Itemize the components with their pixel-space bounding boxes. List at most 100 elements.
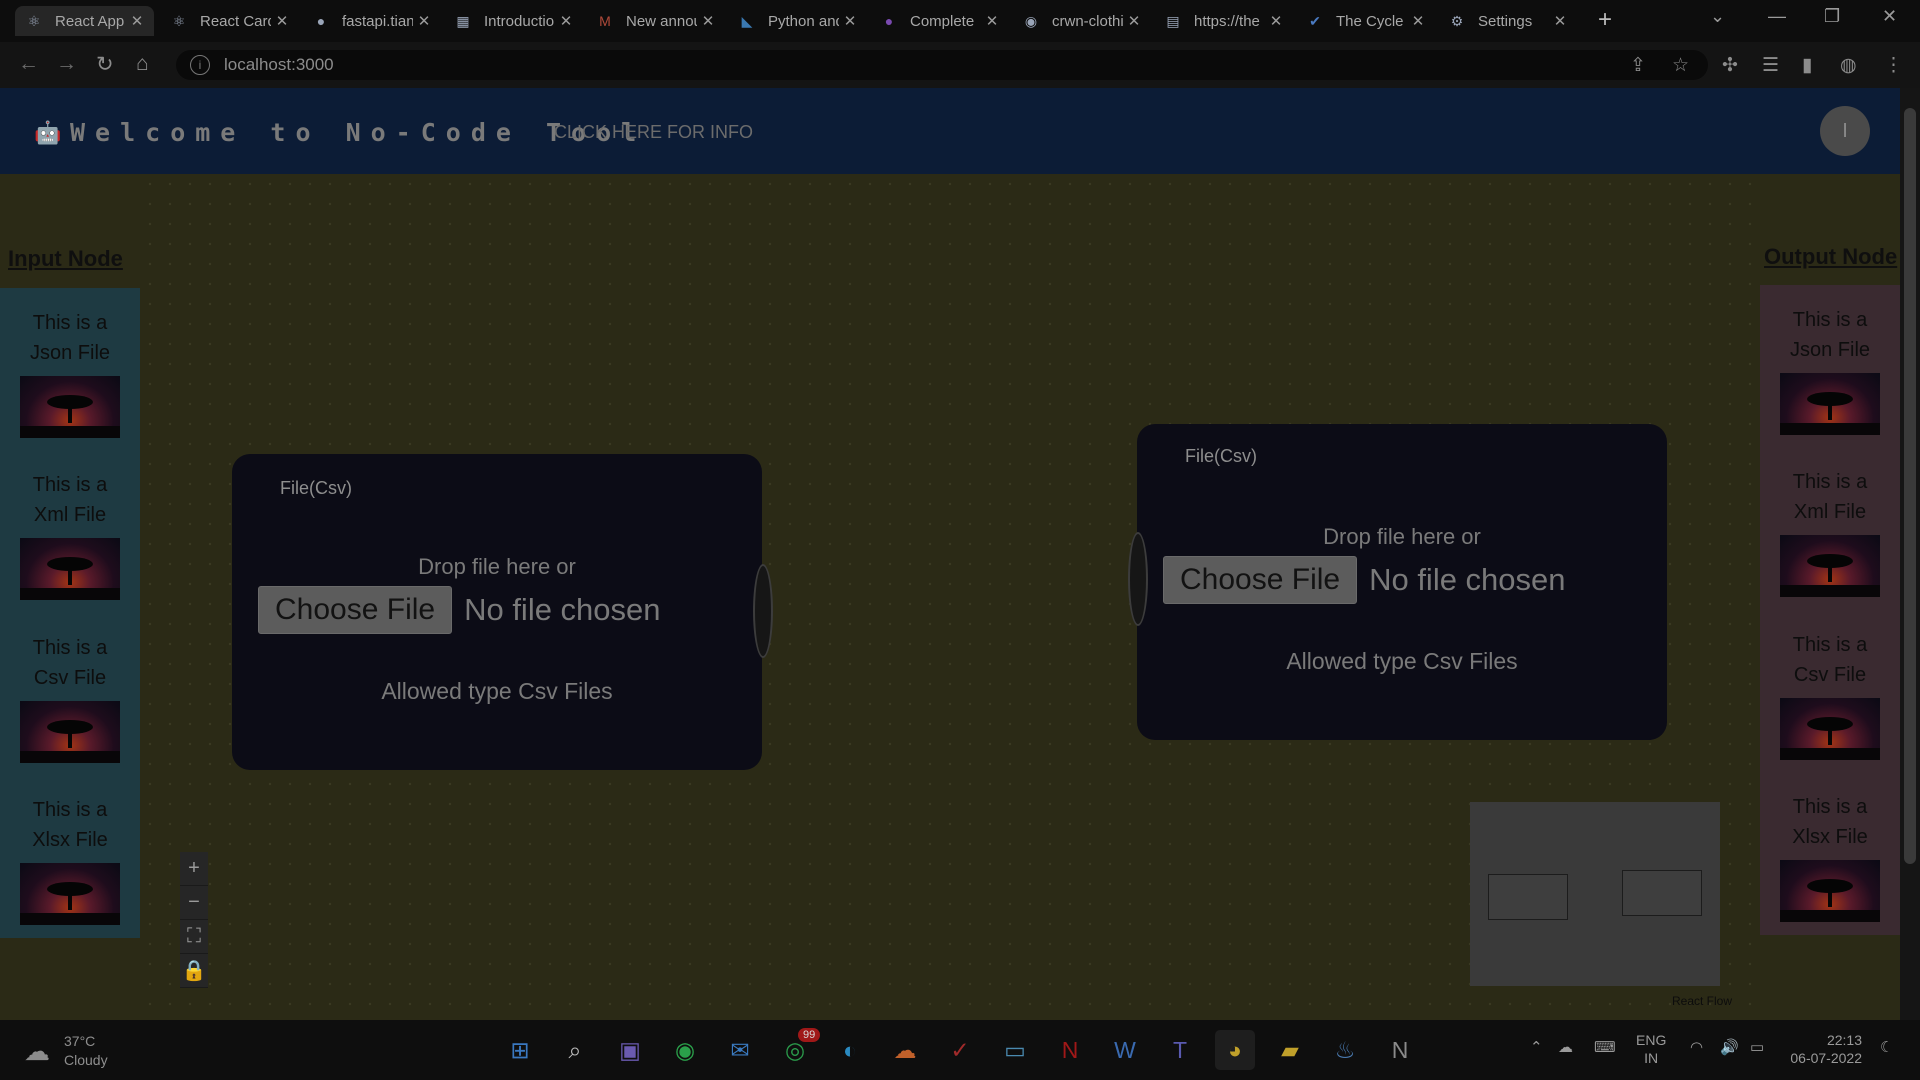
close-icon[interactable]: ✕ [839, 12, 861, 30]
output-item-csv[interactable]: This is a Csv File [1760, 630, 1900, 760]
fit-view-icon[interactable]: ⛶ [180, 920, 208, 954]
chrome-icon[interactable]: ◕ [1215, 1030, 1255, 1070]
back-icon[interactable]: ← [18, 52, 39, 76]
drop-text: Drop file here or [1323, 524, 1481, 549]
notion-icon[interactable]: N [1380, 1030, 1420, 1070]
volume-icon[interactable]: 🔊 [1720, 1038, 1739, 1056]
bookmark-star-icon[interactable]: ☆ [1672, 54, 1689, 77]
side-panel-icon[interactable]: ▮ [1802, 54, 1812, 77]
tab-search-icon[interactable]: ⌄ [1710, 6, 1725, 27]
notifications-icon[interactable]: ☾ [1880, 1038, 1893, 1056]
spotify-icon[interactable]: ◉ [665, 1030, 705, 1070]
reload-icon[interactable]: ↻ [96, 52, 114, 77]
close-icon[interactable]: ✕ [981, 12, 1003, 30]
output-item-xml[interactable]: This is a Xml File [1760, 467, 1900, 597]
close-icon[interactable]: ✕ [271, 12, 293, 30]
close-icon[interactable]: ✕ [1549, 12, 1571, 30]
lock-icon[interactable]: 🔒 [180, 954, 208, 988]
output-node-title: Output Node [1764, 244, 1898, 269]
edge-icon[interactable]: ◐ [830, 1030, 870, 1070]
close-icon[interactable]: ✕ [413, 12, 435, 30]
tab-settings[interactable]: ⚙ Settings ✕ [1438, 6, 1577, 36]
file-input[interactable]: Choose File No file chosen [258, 586, 661, 634]
netflix-icon[interactable]: N [1050, 1030, 1090, 1070]
close-icon[interactable]: ✕ [1265, 12, 1287, 30]
word-icon[interactable]: W [1105, 1030, 1145, 1070]
choose-file-button[interactable]: Choose File [258, 586, 453, 634]
input-item-json[interactable]: This is a Json File [0, 308, 140, 438]
search-icon[interactable]: ⌕ [555, 1030, 595, 1070]
steam-icon[interactable]: ♨ [1325, 1030, 1365, 1070]
item-label-line2: Xml File [33, 504, 107, 526]
tab-fastapi[interactable]: ● fastapi.tiangolo.com ✕ [302, 6, 441, 36]
chevron-up-icon[interactable]: ⌃ [1530, 1038, 1543, 1056]
output-item-json[interactable]: This is a Json File [1760, 305, 1900, 435]
close-icon[interactable]: ✕ [1407, 12, 1429, 30]
profile-icon[interactable]: ◍ [1840, 54, 1857, 77]
input-file-node[interactable]: File(Csv) Drop file here or Choose File … [232, 454, 762, 770]
target-handle[interactable] [1128, 532, 1148, 626]
choose-file-button[interactable]: Choose File [1163, 556, 1358, 604]
battery-icon[interactable]: ▭ [1750, 1038, 1764, 1056]
allowed-type-text: Allowed type Csv Files [1286, 648, 1518, 674]
weather-widget[interactable]: 37°C Cloudy [64, 1032, 108, 1070]
tab-react-card[interactable]: ⚛ React Card ✕ [160, 6, 299, 36]
close-icon[interactable]: ✕ [126, 12, 148, 30]
window-close-icon[interactable]: ✕ [1882, 6, 1897, 27]
extensions-icon[interactable]: ✣ [1722, 54, 1738, 77]
keyboard-icon[interactable]: ⌨ [1594, 1038, 1616, 1056]
zoom-out-icon[interactable]: − [180, 886, 208, 920]
language-indicator[interactable]: ENG IN [1636, 1031, 1666, 1067]
address-bar: ← → ↻ ⌂ i localhost:3000 ⇪ ☆ ✣ ☰ ▮ ◍ ⋮ [0, 42, 1920, 88]
tab-the-cycle[interactable]: ✔ The Cycle ✕ [1296, 6, 1435, 36]
output-file-node[interactable]: File(Csv) Drop file here or Choose File … [1137, 424, 1667, 740]
new-tab-icon[interactable]: + [1598, 6, 1612, 34]
input-item-csv[interactable]: This is a Csv File [0, 633, 140, 763]
tab-react-app[interactable]: ⚛ React App ✕ [15, 6, 154, 36]
tab-gmail[interactable]: M New announcement ✕ [586, 6, 725, 36]
close-icon[interactable]: ✕ [697, 12, 719, 30]
cloud-icon[interactable]: ☁ [24, 1036, 50, 1067]
teams-icon[interactable]: T [1160, 1030, 1200, 1070]
tab-https[interactable]: ▤ https://the ✕ [1154, 6, 1293, 36]
tab-complete[interactable]: ● Complete ✕ [870, 6, 1009, 36]
site-info-icon[interactable]: i [190, 55, 210, 75]
input-item-xml[interactable]: This is a Xml File [0, 470, 140, 600]
teams-chat-icon[interactable]: ▣ [610, 1030, 650, 1070]
url-input[interactable]: i localhost:3000 [176, 50, 1708, 80]
zoom-in-icon[interactable]: + [180, 852, 208, 886]
source-handle[interactable] [753, 564, 773, 658]
share-icon[interactable]: ⇪ [1630, 54, 1646, 77]
minimize-icon[interactable]: — [1768, 6, 1786, 27]
tab-github[interactable]: ◉ crwn-clothing ✕ [1012, 6, 1151, 36]
minimap[interactable] [1470, 802, 1720, 986]
info-link[interactable]: CLICK HERE FOR INFO [554, 122, 753, 143]
close-icon[interactable]: ✕ [555, 12, 577, 30]
onedrive-icon[interactable]: ☁ [1558, 1038, 1573, 1056]
windows-start-icon[interactable]: ⊞ [500, 1030, 540, 1070]
reading-list-icon[interactable]: ☰ [1762, 54, 1779, 77]
input-node-sidebar: This is a Json File This is a Xml File T… [0, 288, 140, 938]
mail-icon[interactable]: ✉ [720, 1030, 760, 1070]
home-icon[interactable]: ⌂ [136, 52, 149, 76]
react-flow-attribution[interactable]: React Flow [1672, 994, 1732, 1008]
menu-icon[interactable]: ⋮ [1884, 54, 1903, 77]
output-item-xlsx[interactable]: This is a Xlsx File [1760, 792, 1900, 922]
avatar[interactable]: I [1820, 106, 1870, 156]
sunset-tree-image [20, 376, 120, 438]
scrollbar-thumb[interactable] [1904, 108, 1916, 864]
prime-video-icon[interactable]: ▭ [995, 1030, 1035, 1070]
clock[interactable]: 22:13 06-07-2022 [1786, 1031, 1862, 1067]
vivaldi-icon[interactable]: ✓ [940, 1030, 980, 1070]
drop-text: Drop file here or [418, 554, 576, 579]
maximize-icon[interactable]: ❐ [1824, 6, 1840, 27]
file-explorer-icon[interactable]: ▰ [1270, 1030, 1310, 1070]
tab-introduction[interactable]: ▦ Introduction ✕ [444, 6, 583, 36]
close-icon[interactable]: ✕ [1123, 12, 1145, 30]
forward-icon[interactable]: → [56, 52, 77, 76]
tab-vscode[interactable]: ◣ Python and ✕ [728, 6, 867, 36]
input-item-xlsx[interactable]: This is a Xlsx File [0, 795, 140, 925]
soundcloud-icon[interactable]: ☁ [885, 1030, 925, 1070]
wifi-icon[interactable]: ◠ [1690, 1038, 1703, 1056]
file-input[interactable]: Choose File No file chosen [1163, 556, 1566, 604]
